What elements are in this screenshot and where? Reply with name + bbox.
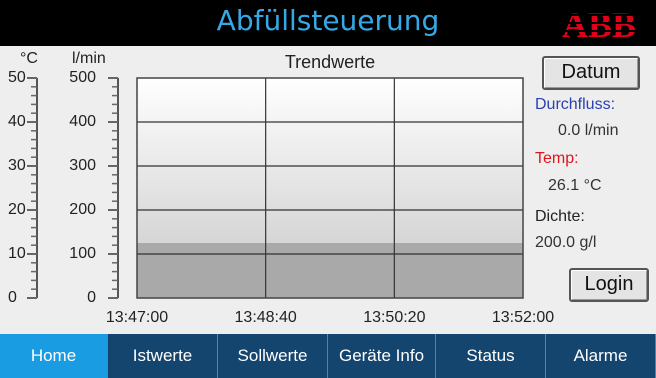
header-bar: Abfüllsteuerung ABB	[0, 0, 656, 46]
tab-istwerte[interactable]: Istwerte	[108, 334, 218, 378]
tab-home[interactable]: Home	[0, 334, 108, 378]
tab-status[interactable]: Status	[436, 334, 546, 378]
tab-ger-te-info[interactable]: Geräte Info	[328, 334, 436, 378]
time-axis-label: 13:52:00	[491, 309, 555, 326]
durchfluss-label: Durchfluss:	[535, 96, 616, 113]
app-title: Abfüllsteuerung	[216, 4, 440, 37]
temp-value: 26.1 °C	[548, 177, 602, 194]
temp-label: Temp:	[535, 150, 579, 167]
datum-button[interactable]: Datum	[542, 56, 640, 90]
tab-sollwerte[interactable]: Sollwerte	[218, 334, 328, 378]
login-button[interactable]: Login	[569, 268, 649, 302]
dichte-value: 200.0 g/l	[535, 234, 597, 251]
tab-alarme[interactable]: Alarme	[546, 334, 656, 378]
durchfluss-value: 0.0 l/min	[558, 122, 619, 139]
bottom-nav: Home Istwerte Sollwerte Geräte Info Status Al…	[0, 334, 656, 378]
abb-logo: ABB	[562, 5, 648, 41]
time-axis-label: 13:47:00	[105, 309, 169, 326]
time-axis-label: 13:50:20	[363, 309, 426, 326]
time-axis-label: 13:48:40	[234, 309, 297, 326]
dichte-label: Dichte:	[535, 208, 585, 225]
main-panel: °C l/min 50 40 30 20 10 0 500 400 300 200 100 0 Tr…	[0, 46, 656, 334]
trend-fill-level	[137, 243, 523, 298]
